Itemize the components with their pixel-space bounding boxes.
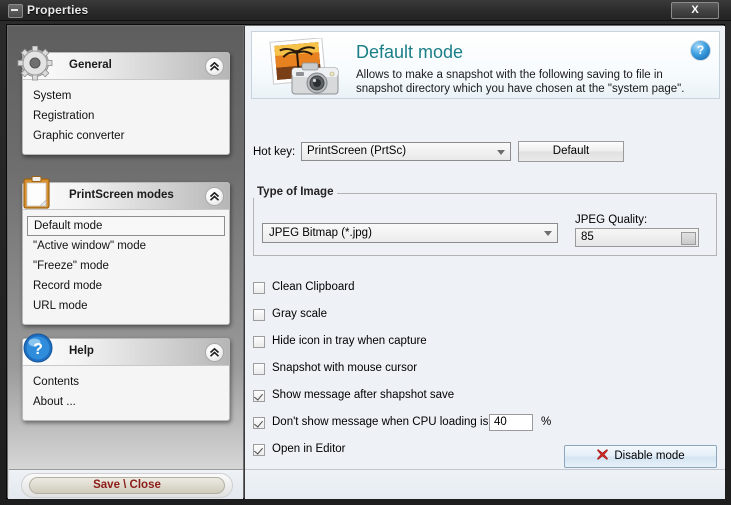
sidebar-item-record-mode[interactable]: Record mode [23, 276, 229, 296]
checkbox-snapshot-with-mouse-cursor[interactable] [253, 363, 265, 375]
option-label: Snapshot with mouse cursor [272, 362, 418, 374]
jpeg-quality-label: JPEG Quality: [575, 214, 648, 226]
option-label: Show message after shapshot save [272, 389, 455, 401]
image-format-select[interactable]: JPEG Bitmap (*.jpg) [262, 223, 558, 243]
mode-header-panel: Default mode Allows to make a snapshot w… [251, 31, 720, 99]
option-label: Hide icon in tray when capture [272, 335, 427, 347]
properties-window: Properties X General System Registration… [0, 0, 731, 505]
sidebar-item-default-mode[interactable]: Default mode [27, 216, 225, 236]
image-format-value: JPEG Bitmap (*.jpg) [269, 227, 372, 239]
jpeg-quality-input[interactable]: 85 [575, 228, 699, 247]
title-bar: Properties X [0, 0, 731, 21]
photo-camera-icon [269, 38, 339, 95]
checkbox-hide-icon-in-tray[interactable] [253, 336, 265, 348]
disable-mode-button[interactable]: Disable mode [564, 445, 717, 468]
checkbox-dont-show-message-cpu[interactable] [253, 417, 265, 429]
save-close-label: Save \ Close [29, 477, 225, 494]
option-label: Gray scale [272, 308, 327, 320]
jpeg-quality-value: 85 [581, 231, 594, 243]
cpu-loading-input[interactable]: 40 [489, 414, 533, 431]
sidebar-section-printscreen-body: Default mode "Active window" mode "Freez… [23, 210, 229, 324]
type-of-image-legend: Type of Image [253, 186, 338, 198]
sidebar-section-printscreen-title: PrintScreen modes [69, 189, 174, 201]
collapse-printscreen-button[interactable] [205, 187, 224, 206]
clipboard-icon [23, 176, 50, 209]
help-circle-icon[interactable]: ? [690, 40, 711, 61]
sidebar-section-help-title: Help [69, 345, 94, 357]
page-description: Allows to make a snapshot with the follo… [356, 69, 685, 95]
sidebar-item-about[interactable]: About ... [23, 392, 229, 412]
double-chevron-up-icon [209, 191, 220, 201]
sidebar-item-registration[interactable]: Registration [23, 106, 229, 126]
svg-text:?: ? [33, 341, 43, 358]
collapse-help-button[interactable] [205, 343, 224, 362]
disable-mode-label: Disable mode [614, 450, 685, 462]
window-title: Properties [27, 3, 89, 17]
sidebar-item-freeze-mode[interactable]: "Freeze" mode [23, 256, 229, 276]
sidebar-section-printscreen-modes: PrintScreen modes Default mode "Active w… [22, 182, 230, 325]
cpu-loading-unit: % [541, 416, 552, 428]
sidebar-section-general-body: System Registration Graphic converter [23, 80, 229, 154]
save-close-button[interactable]: Save \ Close [21, 473, 233, 498]
sidebar-section-printscreen-header[interactable]: PrintScreen modes [23, 183, 229, 210]
content-footer [245, 469, 725, 499]
chevron-down-icon [497, 150, 505, 155]
option-label: Open in Editor [272, 443, 346, 455]
double-chevron-up-icon [209, 61, 220, 71]
sidebar: General System Registration Graphic conv… [8, 26, 243, 499]
chevron-down-icon [544, 231, 552, 236]
hotkey-value: PrintScreen (PrtSc) [307, 145, 407, 157]
blue-question-icon: ? [23, 333, 53, 363]
option-label: Clean Clipboard [272, 281, 355, 293]
checkbox-open-in-editor[interactable] [253, 444, 265, 456]
checkbox-show-message-after-save[interactable] [253, 390, 265, 402]
sidebar-item-active-window-mode[interactable]: "Active window" mode [23, 236, 229, 256]
sidebar-section-general-title: General [69, 59, 112, 71]
window-inner: General System Registration Graphic conv… [6, 24, 725, 499]
red-x-icon [597, 449, 609, 460]
close-button[interactable]: X [671, 2, 719, 19]
main-content: Default mode Allows to make a snapshot w… [244, 26, 725, 499]
sidebar-item-system[interactable]: System [23, 86, 229, 106]
page-title: Default mode [356, 42, 464, 62]
minimize-box-icon[interactable] [8, 4, 23, 18]
hotkey-label: Hot key: [253, 146, 296, 158]
spinner-icon[interactable] [681, 232, 696, 245]
gear-icon [17, 46, 53, 81]
hotkey-select[interactable]: PrintScreen (PrtSc) [301, 142, 511, 161]
collapse-general-button[interactable] [205, 57, 224, 76]
save-close-bar: Save \ Close [9, 469, 243, 499]
hotkey-default-button[interactable]: Default [518, 141, 624, 162]
sidebar-item-url-mode[interactable]: URL mode [23, 296, 229, 316]
checkbox-clean-clipboard[interactable] [253, 282, 265, 294]
checkbox-gray-scale[interactable] [253, 309, 265, 321]
option-label: Don't show message when CPU loading is [272, 416, 489, 428]
sidebar-item-contents[interactable]: Contents [23, 372, 229, 392]
sidebar-item-graphic-converter[interactable]: Graphic converter [23, 126, 229, 146]
sidebar-section-help-body: Contents About ... [23, 366, 229, 420]
double-chevron-up-icon [209, 347, 220, 357]
